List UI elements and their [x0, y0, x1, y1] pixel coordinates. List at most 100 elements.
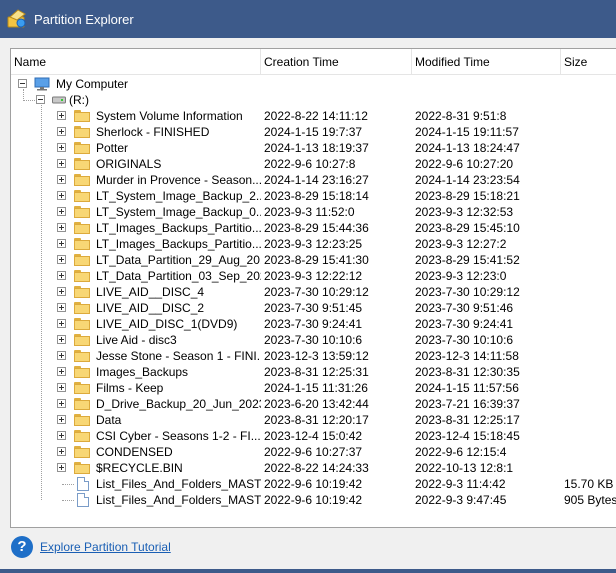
folder-row[interactable]: D_Drive_Backup_20_Jun_2023 2023-6-20 13:4… — [11, 396, 616, 412]
column-header-size[interactable]: Size — [561, 49, 616, 75]
folder-row[interactable]: LT_System_Image_Backup_2... 2023-8-29 15:… — [11, 188, 616, 204]
expand-toggle[interactable] — [57, 191, 66, 200]
name-cell: $RECYCLE.BIN — [11, 460, 261, 476]
name-cell: Potter — [11, 140, 261, 156]
folder-row[interactable]: System Volume Information 2022-8-22 14:11… — [11, 108, 616, 124]
size-cell — [564, 412, 616, 428]
folder-icon — [74, 462, 90, 474]
tree-label: (R:) — [69, 93, 89, 107]
size-cell — [564, 396, 616, 412]
footer: ? Explore Partition Tutorial — [0, 528, 616, 573]
expand-toggle[interactable] — [57, 159, 66, 168]
folder-row[interactable]: Data 2023-8-31 12:20:17 2023-8-31 12:25:17 — [11, 412, 616, 428]
expand-toggle[interactable] — [57, 287, 66, 296]
size-cell — [564, 380, 616, 396]
size-cell: 15.70 KB — [564, 477, 614, 491]
item-name: D_Drive_Backup_20_Jun_2023 — [96, 397, 261, 411]
question-circle-icon[interactable]: ? — [11, 536, 33, 558]
item-name: List_Files_And_Folders_MAST... — [96, 477, 261, 491]
expand-toggle[interactable] — [57, 207, 66, 216]
expand-toggle[interactable] — [57, 431, 66, 440]
folder-row[interactable]: LIVE_AID__DISC_2 2023-7-30 9:51:45 2023-7-… — [11, 300, 616, 316]
expand-toggle[interactable] — [57, 383, 66, 392]
item-name: LT_Data_Partition_03_Sep_2023 — [96, 269, 261, 283]
expand-toggle[interactable] — [57, 143, 66, 152]
expand-toggle[interactable] — [57, 255, 66, 264]
creation-time-cell: 2023-8-29 15:44:36 — [264, 221, 369, 235]
folder-row[interactable]: CONDENSED 2022-9-6 10:27:37 2022-9-6 12:15… — [11, 444, 616, 460]
folder-row[interactable]: $RECYCLE.BIN 2022-8-22 14:24:33 2022-10-13… — [11, 460, 616, 476]
creation-time-cell: 2022-9-6 10:19:42 — [264, 477, 363, 491]
expand-toggle[interactable] — [57, 127, 66, 136]
folder-row[interactable]: LT_Data_Partition_29_Aug_20... 2023-8-29 … — [11, 252, 616, 268]
folder-row[interactable]: Films - Keep 2024-1-15 11:31:26 2024-1-15 … — [11, 380, 616, 396]
size-cell: 905 Bytes — [564, 493, 616, 507]
name-cell: CSI Cyber - Seasons 1-2 - FI... — [11, 428, 261, 444]
folder-icon — [74, 174, 90, 186]
file-row[interactable]: List_Files_And_Folders_MAST... 2022-9-6 1… — [11, 476, 616, 492]
expand-toggle[interactable] — [57, 367, 66, 376]
folder-row[interactable]: Murder in Provence - Season... 2024-1-14 … — [11, 172, 616, 188]
size-cell — [564, 268, 616, 284]
expand-toggle[interactable] — [57, 335, 66, 344]
folder-row[interactable]: LT_Images_Backups_Partitio... 2023-8-29 1… — [11, 220, 616, 236]
expand-toggle[interactable] — [57, 351, 66, 360]
name-cell: List_Files_And_Folders_MAST... — [11, 476, 261, 492]
partition-explorer-app-icon — [7, 9, 26, 28]
expand-toggle[interactable] — [57, 175, 66, 184]
folder-icon — [74, 206, 90, 218]
expand-toggle[interactable] — [57, 319, 66, 328]
name-cell: System Volume Information — [11, 108, 261, 124]
folder-row[interactable]: LT_Images_Backups_Partitio... 2023-9-3 12… — [11, 236, 616, 252]
creation-time-cell: 2023-7-30 10:10:6 — [264, 333, 363, 347]
folder-icon — [74, 286, 90, 298]
column-header-name[interactable]: Name — [11, 49, 261, 75]
file-row[interactable]: List_Files_And_Folders_MAST... 2022-9-6 1… — [11, 492, 616, 508]
expand-toggle[interactable] — [57, 447, 66, 456]
folder-row[interactable]: CSI Cyber - Seasons 1-2 - FI... 2023-12-4… — [11, 428, 616, 444]
item-name: Data — [96, 413, 122, 427]
tree-node-my-computer[interactable]: My Computer — [11, 76, 616, 92]
folder-row[interactable]: LIVE_AID_DISC_1(DVD9) 2023-7-30 9:24:41 20… — [11, 316, 616, 332]
folder-row[interactable]: LIVE_AID__DISC_4 2023-7-30 10:29:12 2023-7… — [11, 284, 616, 300]
expand-toggle[interactable] — [57, 399, 66, 408]
name-cell: Jesse Stone - Season 1 - FINI... — [11, 348, 261, 364]
tree-label: My Computer — [56, 77, 129, 91]
folder-row[interactable]: Potter 2024-1-13 18:19:37 2024-1-13 18:24:… — [11, 140, 616, 156]
expand-toggle[interactable] — [57, 111, 66, 120]
column-header-modified-time[interactable]: Modified Time — [412, 49, 561, 75]
expand-toggle[interactable] — [57, 415, 66, 424]
column-header-creation-time[interactable]: Creation Time — [261, 49, 412, 75]
creation-time-cell: 2022-9-6 10:27:8 — [264, 157, 356, 171]
folder-row[interactable]: Sherlock - FINISHED 2024-1-15 19:7:37 2024… — [11, 124, 616, 140]
folder-row[interactable]: Jesse Stone - Season 1 - FINI... 2023-12-… — [11, 348, 616, 364]
modified-time-cell: 2023-8-29 15:45:10 — [415, 221, 520, 235]
computer-icon — [34, 77, 50, 91]
name-cell: LT_Data_Partition_29_Aug_20... — [11, 252, 261, 268]
name-cell: Live Aid - disc3 — [11, 332, 261, 348]
size-cell — [564, 204, 616, 220]
item-name: Films - Keep — [96, 381, 164, 395]
modified-time-cell: 2023-8-31 12:30:35 — [415, 365, 520, 379]
folder-icon — [74, 350, 90, 362]
collapse-toggle[interactable] — [36, 95, 45, 104]
expand-toggle[interactable] — [57, 463, 66, 472]
expand-toggle[interactable] — [57, 223, 66, 232]
expand-toggle[interactable] — [57, 239, 66, 248]
folder-row[interactable]: Live Aid - disc3 2023-7-30 10:10:6 2023-7-… — [11, 332, 616, 348]
explore-partition-tutorial-link[interactable]: Explore Partition Tutorial — [40, 540, 171, 554]
name-cell: LT_Images_Backups_Partitio... — [11, 236, 261, 252]
expand-toggle[interactable] — [57, 303, 66, 312]
folder-row[interactable]: Images_Backups 2023-8-31 12:25:31 2023-8-3… — [11, 364, 616, 380]
tree-node-drive-r[interactable]: (R:) — [11, 92, 616, 108]
item-name: LT_System_Image_Backup_0... — [96, 205, 261, 219]
folder-row[interactable]: ORIGINALS 2022-9-6 10:27:8 2022-9-6 10:27:… — [11, 156, 616, 172]
folder-row[interactable]: LT_Data_Partition_03_Sep_2023 2023-9-3 12… — [11, 268, 616, 284]
creation-time-cell: 2023-8-29 15:41:30 — [264, 253, 369, 267]
modified-time-cell: 2022-10-13 12:8:1 — [415, 461, 514, 475]
modified-time-cell: 2022-8-31 9:51:8 — [415, 109, 507, 123]
collapse-toggle[interactable] — [18, 79, 27, 88]
expand-toggle[interactable] — [57, 271, 66, 280]
folder-row[interactable]: LT_System_Image_Backup_0... 2023-9-3 11:5… — [11, 204, 616, 220]
modified-time-cell: 2024-1-14 23:23:54 — [415, 173, 520, 187]
